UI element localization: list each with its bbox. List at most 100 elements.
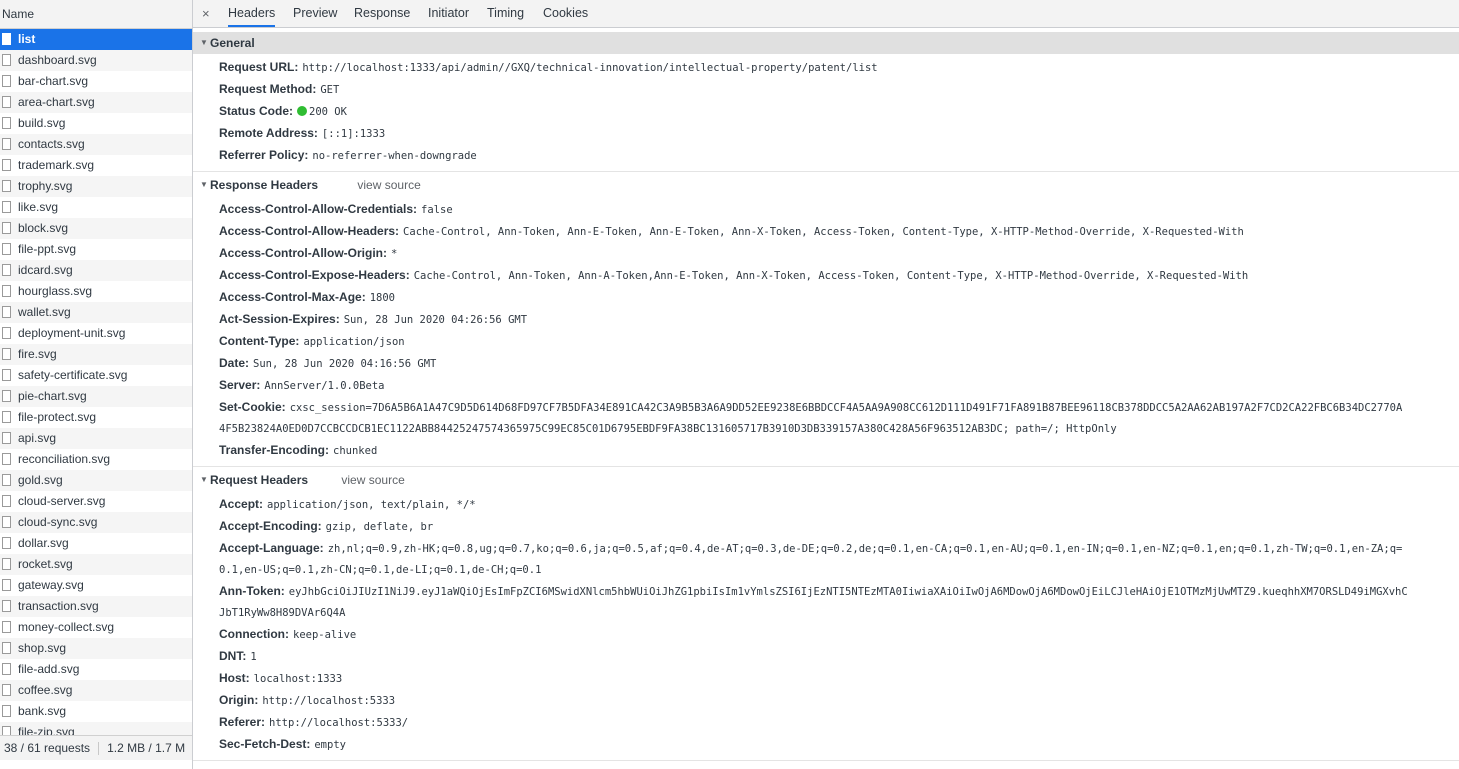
file-icon (2, 495, 11, 507)
header-value: cxsc_session=7D6A5B6A1A47C9D5D614D68FD97… (289, 402, 1403, 414)
list-item[interactable]: safety-certificate.svg (0, 365, 192, 386)
section-title: Response Headers (210, 178, 319, 192)
list-item[interactable]: wallet.svg (0, 302, 192, 323)
request-headers-section-header[interactable]: ▼ Request Headers view source (193, 469, 1459, 491)
list-item-name: wallet.svg (18, 305, 71, 319)
list-item[interactable]: build.svg (0, 113, 192, 134)
close-icon[interactable]: × (202, 6, 210, 21)
header-row: Origin: http://localhost:5333 (219, 690, 1459, 711)
header-name: Accept: (219, 497, 264, 511)
response-headers-section-header[interactable]: ▼ Response Headers view source (193, 174, 1459, 196)
file-icon (2, 516, 11, 528)
list-item-name: pie-chart.svg (18, 389, 87, 403)
list-item[interactable]: gateway.svg (0, 575, 192, 596)
view-source-link[interactable]: view source (341, 473, 404, 487)
header-row: Act-Session-Expires: Sun, 28 Jun 2020 04:… (219, 309, 1459, 330)
view-source-link[interactable]: view source (357, 178, 420, 192)
header-name: Origin: (219, 693, 259, 707)
list-item[interactable]: shop.svg (0, 638, 192, 659)
request-list: list dashboard.svg bar-chart.svg area-chart… (0, 29, 192, 735)
file-icon (2, 432, 11, 444)
list-item[interactable]: file-add.svg (0, 659, 192, 680)
file-icon (2, 285, 11, 297)
list-item[interactable]: like.svg (0, 197, 192, 218)
list-item-name: trademark.svg (18, 158, 95, 172)
list-item[interactable]: pie-chart.svg (0, 386, 192, 407)
tab-response[interactable]: Response (354, 0, 410, 27)
list-item-name: cloud-sync.svg (18, 515, 98, 529)
list-item-name: gateway.svg (18, 578, 84, 592)
header-row: Referer: http://localhost:5333/ (219, 712, 1459, 733)
tab-headers[interactable]: Headers (228, 0, 276, 27)
file-icon (2, 705, 11, 717)
header-name: Access-Control-Allow-Credentials: (219, 202, 418, 216)
header-name: Referer: (219, 715, 266, 729)
header-name: Set-Cookie: (219, 400, 286, 414)
list-item[interactable]: dollar.svg (0, 533, 192, 554)
file-icon (2, 243, 11, 255)
header-row: Access-Control-Expose-Headers: Cache-Cont… (219, 265, 1459, 286)
general-section-header[interactable]: ▼ General (193, 32, 1459, 54)
header-value: 200 OK (309, 106, 347, 118)
header-name: Remote Address: (219, 126, 318, 140)
header-name: Access-Control-Expose-Headers: (219, 268, 410, 282)
list-item[interactable]: api.svg (0, 428, 192, 449)
collapse-arrow-icon: ▼ (200, 475, 208, 484)
list-item[interactable]: coffee.svg (0, 680, 192, 701)
list-item-name: hourglass.svg (18, 284, 93, 298)
list-item-name: trophy.svg (18, 179, 73, 193)
file-icon (2, 537, 11, 549)
list-item[interactable]: bank.svg (0, 701, 192, 722)
file-icon (2, 138, 11, 150)
list-item[interactable]: block.svg (0, 218, 192, 239)
list-item[interactable]: reconciliation.svg (0, 449, 192, 470)
header-value: application/json, text/plain, */* (267, 499, 476, 511)
header-name: Transfer-Encoding: (219, 443, 330, 457)
tab-initiator[interactable]: Initiator (428, 0, 469, 27)
list-item[interactable]: hourglass.svg (0, 281, 192, 302)
header-name: Access-Control-Allow-Headers: (219, 224, 400, 238)
list-item[interactable]: file-zip.svg (0, 722, 192, 735)
file-icon (2, 264, 11, 276)
list-item[interactable]: file-protect.svg (0, 407, 192, 428)
header-row: Referrer Policy: no-referrer-when-downgra… (219, 145, 1459, 166)
list-item[interactable]: contacts.svg (0, 134, 192, 155)
list-item-name: safety-certificate.svg (18, 368, 128, 382)
name-column-header[interactable]: Name (0, 0, 192, 29)
list-item[interactable]: fire.svg (0, 344, 192, 365)
file-icon (2, 621, 11, 633)
file-icon (2, 348, 11, 360)
list-item[interactable]: file-ppt.svg (0, 239, 192, 260)
list-item[interactable]: area-chart.svg (0, 92, 192, 113)
list-item[interactable]: cloud-sync.svg (0, 512, 192, 533)
list-item-name: transaction.svg (18, 599, 99, 613)
header-name: Status Code: (219, 104, 294, 118)
header-value: Sun, 28 Jun 2020 04:16:56 GMT (253, 358, 437, 370)
tab-timing[interactable]: Timing (487, 0, 524, 27)
header-value: http://localhost:1333/api/admin//GXQ/tec… (302, 62, 878, 74)
header-row: Sec-Fetch-Dest: empty (219, 734, 1459, 755)
header-name: Ann-Token: (219, 584, 285, 598)
list-item[interactable]: idcard.svg (0, 260, 192, 281)
list-item[interactable]: bar-chart.svg (0, 71, 192, 92)
status-bar: 38 / 61 requests 1.2 MB / 1.7 M (0, 735, 192, 760)
list-item[interactable]: gold.svg (0, 470, 192, 491)
header-row: Content-Type: application/json (219, 331, 1459, 352)
file-icon (2, 453, 11, 465)
tab-preview[interactable]: Preview (293, 0, 337, 27)
list-item[interactable]: money-collect.svg (0, 617, 192, 638)
list-item[interactable]: cloud-server.svg (0, 491, 192, 512)
list-item[interactable]: dashboard.svg (0, 50, 192, 71)
list-item[interactable]: transaction.svg (0, 596, 192, 617)
list-item[interactable]: rocket.svg (0, 554, 192, 575)
section-divider (193, 171, 1459, 172)
file-icon (2, 117, 11, 129)
header-value: no-referrer-when-downgrade (312, 150, 477, 162)
list-item[interactable]: trophy.svg (0, 176, 192, 197)
list-item[interactable]: trademark.svg (0, 155, 192, 176)
list-item[interactable]: deployment-unit.svg (0, 323, 192, 344)
list-item[interactable]: list (0, 29, 192, 50)
header-value: chunked (333, 445, 378, 457)
header-value: Sun, 28 Jun 2020 04:26:56 GMT (343, 314, 528, 326)
tab-cookies[interactable]: Cookies (543, 0, 588, 27)
